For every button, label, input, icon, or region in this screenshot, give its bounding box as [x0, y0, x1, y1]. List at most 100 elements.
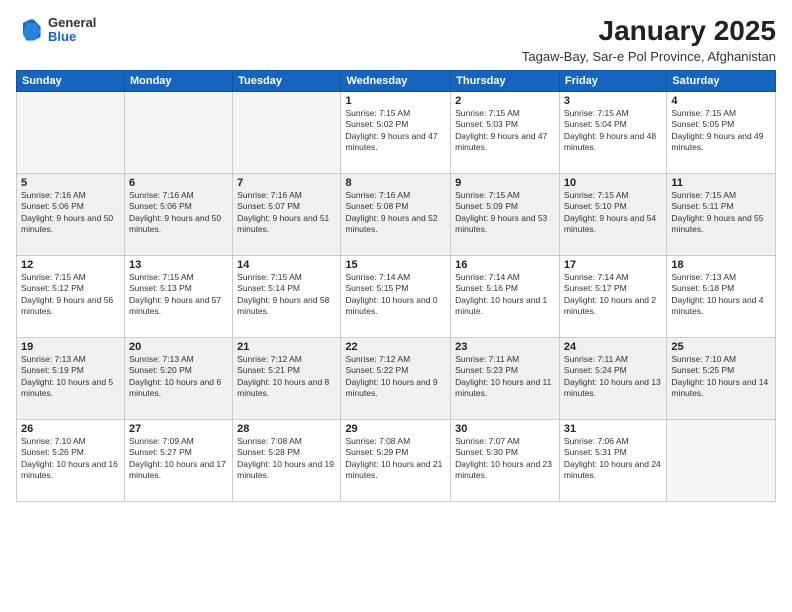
day-info: Sunrise: 7:12 AM Sunset: 5:22 PM Dayligh…	[345, 354, 446, 400]
day-info: Sunrise: 7:14 AM Sunset: 5:16 PM Dayligh…	[455, 272, 555, 318]
calendar-cell: 25Sunrise: 7:10 AM Sunset: 5:25 PM Dayli…	[667, 337, 776, 419]
calendar-cell: 20Sunrise: 7:13 AM Sunset: 5:20 PM Dayli…	[124, 337, 232, 419]
logo-text: General Blue	[48, 16, 96, 45]
day-number: 1	[345, 95, 446, 107]
calendar-cell: 24Sunrise: 7:11 AM Sunset: 5:24 PM Dayli…	[559, 337, 666, 419]
week-row-4: 19Sunrise: 7:13 AM Sunset: 5:19 PM Dayli…	[17, 337, 776, 419]
day-number: 21	[237, 341, 336, 353]
calendar-cell: 19Sunrise: 7:13 AM Sunset: 5:19 PM Dayli…	[17, 337, 125, 419]
calendar-cell: 13Sunrise: 7:15 AM Sunset: 5:13 PM Dayli…	[124, 255, 232, 337]
day-info: Sunrise: 7:15 AM Sunset: 5:10 PM Dayligh…	[564, 190, 662, 236]
day-number: 6	[129, 177, 228, 189]
day-info: Sunrise: 7:10 AM Sunset: 5:26 PM Dayligh…	[21, 436, 120, 482]
logo-blue-text: Blue	[48, 30, 96, 44]
day-number: 8	[345, 177, 446, 189]
calendar-cell: 2Sunrise: 7:15 AM Sunset: 5:03 PM Daylig…	[451, 91, 560, 173]
title-block: January 2025 Tagaw-Bay, Sar-e Pol Provin…	[522, 16, 776, 64]
day-number: 14	[237, 259, 336, 271]
calendar-cell: 30Sunrise: 7:07 AM Sunset: 5:30 PM Dayli…	[451, 419, 560, 501]
calendar-cell: 16Sunrise: 7:14 AM Sunset: 5:16 PM Dayli…	[451, 255, 560, 337]
day-number: 11	[671, 177, 771, 189]
day-number: 25	[671, 341, 771, 353]
day-number: 29	[345, 423, 446, 435]
calendar-table: SundayMondayTuesdayWednesdayThursdayFrid…	[16, 70, 776, 502]
day-info: Sunrise: 7:16 AM Sunset: 5:06 PM Dayligh…	[129, 190, 228, 236]
day-header-monday: Monday	[124, 70, 232, 91]
day-number: 31	[564, 423, 662, 435]
day-info: Sunrise: 7:15 AM Sunset: 5:12 PM Dayligh…	[21, 272, 120, 318]
calendar-cell: 5Sunrise: 7:16 AM Sunset: 5:06 PM Daylig…	[17, 173, 125, 255]
calendar-cell: 22Sunrise: 7:12 AM Sunset: 5:22 PM Dayli…	[341, 337, 451, 419]
day-info: Sunrise: 7:06 AM Sunset: 5:31 PM Dayligh…	[564, 436, 662, 482]
day-header-tuesday: Tuesday	[233, 70, 341, 91]
calendar-cell: 7Sunrise: 7:16 AM Sunset: 5:07 PM Daylig…	[233, 173, 341, 255]
day-number: 3	[564, 95, 662, 107]
week-row-5: 26Sunrise: 7:10 AM Sunset: 5:26 PM Dayli…	[17, 419, 776, 501]
calendar-cell: 1Sunrise: 7:15 AM Sunset: 5:02 PM Daylig…	[341, 91, 451, 173]
week-row-2: 5Sunrise: 7:16 AM Sunset: 5:06 PM Daylig…	[17, 173, 776, 255]
calendar-cell: 6Sunrise: 7:16 AM Sunset: 5:06 PM Daylig…	[124, 173, 232, 255]
calendar-cell	[233, 91, 341, 173]
day-info: Sunrise: 7:11 AM Sunset: 5:23 PM Dayligh…	[455, 354, 555, 400]
day-info: Sunrise: 7:12 AM Sunset: 5:21 PM Dayligh…	[237, 354, 336, 400]
day-number: 27	[129, 423, 228, 435]
day-number: 9	[455, 177, 555, 189]
calendar-header-row: SundayMondayTuesdayWednesdayThursdayFrid…	[17, 70, 776, 91]
day-number: 24	[564, 341, 662, 353]
day-info: Sunrise: 7:15 AM Sunset: 5:02 PM Dayligh…	[345, 108, 446, 154]
day-number: 15	[345, 259, 446, 271]
day-info: Sunrise: 7:15 AM Sunset: 5:03 PM Dayligh…	[455, 108, 555, 154]
logo-general-text: General	[48, 16, 96, 30]
day-number: 13	[129, 259, 228, 271]
day-info: Sunrise: 7:16 AM Sunset: 5:08 PM Dayligh…	[345, 190, 446, 236]
day-info: Sunrise: 7:08 AM Sunset: 5:29 PM Dayligh…	[345, 436, 446, 482]
day-number: 4	[671, 95, 771, 107]
day-info: Sunrise: 7:15 AM Sunset: 5:14 PM Dayligh…	[237, 272, 336, 318]
calendar-cell	[667, 419, 776, 501]
calendar-cell: 15Sunrise: 7:14 AM Sunset: 5:15 PM Dayli…	[341, 255, 451, 337]
header: General Blue January 2025 Tagaw-Bay, Sar…	[16, 16, 776, 64]
calendar-cell: 10Sunrise: 7:15 AM Sunset: 5:10 PM Dayli…	[559, 173, 666, 255]
day-number: 7	[237, 177, 336, 189]
day-info: Sunrise: 7:15 AM Sunset: 5:11 PM Dayligh…	[671, 190, 771, 236]
calendar-cell	[124, 91, 232, 173]
calendar-cell: 23Sunrise: 7:11 AM Sunset: 5:23 PM Dayli…	[451, 337, 560, 419]
logo-icon	[16, 16, 44, 44]
calendar-cell: 12Sunrise: 7:15 AM Sunset: 5:12 PM Dayli…	[17, 255, 125, 337]
day-info: Sunrise: 7:13 AM Sunset: 5:18 PM Dayligh…	[671, 272, 771, 318]
day-header-saturday: Saturday	[667, 70, 776, 91]
day-number: 17	[564, 259, 662, 271]
day-header-thursday: Thursday	[451, 70, 560, 91]
calendar-subtitle: Tagaw-Bay, Sar-e Pol Province, Afghanist…	[522, 49, 776, 64]
day-number: 26	[21, 423, 120, 435]
calendar-cell: 4Sunrise: 7:15 AM Sunset: 5:05 PM Daylig…	[667, 91, 776, 173]
calendar-cell: 26Sunrise: 7:10 AM Sunset: 5:26 PM Dayli…	[17, 419, 125, 501]
calendar-cell: 21Sunrise: 7:12 AM Sunset: 5:21 PM Dayli…	[233, 337, 341, 419]
day-info: Sunrise: 7:15 AM Sunset: 5:04 PM Dayligh…	[564, 108, 662, 154]
calendar-title: January 2025	[522, 16, 776, 47]
calendar-cell: 31Sunrise: 7:06 AM Sunset: 5:31 PM Dayli…	[559, 419, 666, 501]
page: General Blue January 2025 Tagaw-Bay, Sar…	[0, 0, 792, 612]
day-info: Sunrise: 7:09 AM Sunset: 5:27 PM Dayligh…	[129, 436, 228, 482]
week-row-3: 12Sunrise: 7:15 AM Sunset: 5:12 PM Dayli…	[17, 255, 776, 337]
day-number: 28	[237, 423, 336, 435]
calendar-cell: 18Sunrise: 7:13 AM Sunset: 5:18 PM Dayli…	[667, 255, 776, 337]
day-info: Sunrise: 7:13 AM Sunset: 5:20 PM Dayligh…	[129, 354, 228, 400]
day-info: Sunrise: 7:10 AM Sunset: 5:25 PM Dayligh…	[671, 354, 771, 400]
calendar-cell	[17, 91, 125, 173]
day-info: Sunrise: 7:11 AM Sunset: 5:24 PM Dayligh…	[564, 354, 662, 400]
day-info: Sunrise: 7:15 AM Sunset: 5:05 PM Dayligh…	[671, 108, 771, 154]
day-info: Sunrise: 7:14 AM Sunset: 5:17 PM Dayligh…	[564, 272, 662, 318]
calendar-cell: 3Sunrise: 7:15 AM Sunset: 5:04 PM Daylig…	[559, 91, 666, 173]
calendar-cell: 28Sunrise: 7:08 AM Sunset: 5:28 PM Dayli…	[233, 419, 341, 501]
day-info: Sunrise: 7:16 AM Sunset: 5:07 PM Dayligh…	[237, 190, 336, 236]
day-info: Sunrise: 7:16 AM Sunset: 5:06 PM Dayligh…	[21, 190, 120, 236]
day-info: Sunrise: 7:14 AM Sunset: 5:15 PM Dayligh…	[345, 272, 446, 318]
day-number: 16	[455, 259, 555, 271]
week-row-1: 1Sunrise: 7:15 AM Sunset: 5:02 PM Daylig…	[17, 91, 776, 173]
day-header-sunday: Sunday	[17, 70, 125, 91]
calendar-cell: 9Sunrise: 7:15 AM Sunset: 5:09 PM Daylig…	[451, 173, 560, 255]
day-info: Sunrise: 7:15 AM Sunset: 5:13 PM Dayligh…	[129, 272, 228, 318]
day-header-wednesday: Wednesday	[341, 70, 451, 91]
day-info: Sunrise: 7:07 AM Sunset: 5:30 PM Dayligh…	[455, 436, 555, 482]
